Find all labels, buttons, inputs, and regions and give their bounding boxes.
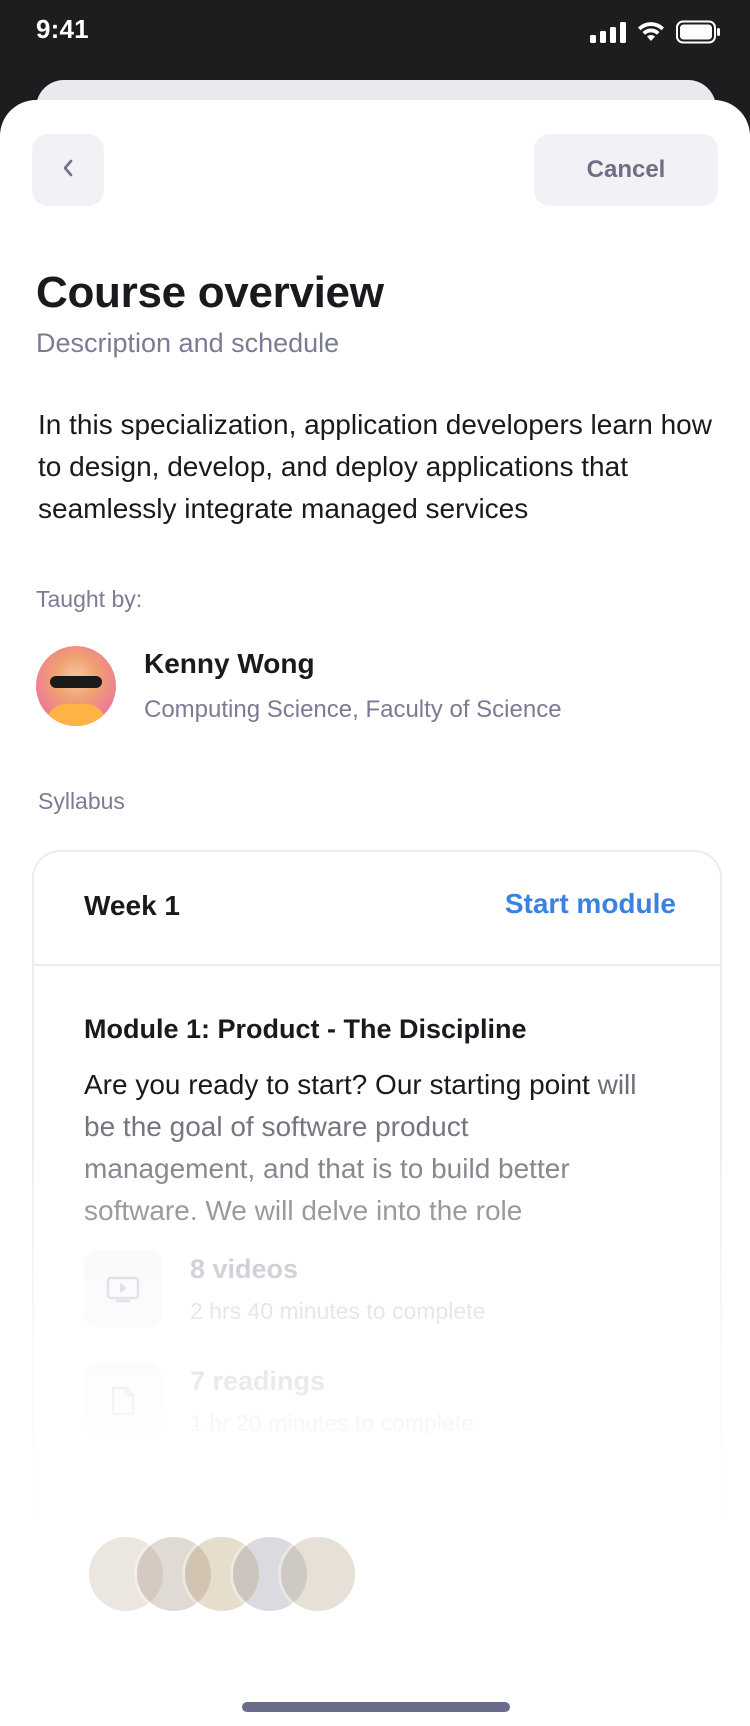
week-header: Week 1 Start module bbox=[34, 852, 720, 966]
status-bar: 9:41 bbox=[0, 0, 750, 90]
page-subtitle: Description and schedule bbox=[36, 328, 340, 358]
module-description: Are you ready to start? Our starting poi… bbox=[84, 1064, 644, 1232]
module-title: Module 1: Product - The Discipline bbox=[84, 1014, 527, 1044]
video-icon bbox=[84, 1250, 162, 1328]
instructor-avatar[interactable] bbox=[36, 646, 116, 726]
taught-by-label: Taught by: bbox=[36, 586, 143, 612]
syllabus-week-card: Week 1 Start module Module 1: Product - … bbox=[32, 850, 722, 1572]
week-label: Week 1 bbox=[84, 890, 180, 921]
learner-avatars bbox=[86, 1534, 406, 1614]
battery-icon bbox=[676, 20, 722, 44]
chevron-left-icon bbox=[60, 157, 76, 184]
home-indicator[interactable] bbox=[242, 1702, 510, 1712]
cellular-signal-icon bbox=[590, 21, 626, 43]
back-button[interactable] bbox=[32, 134, 104, 206]
status-time: 9:41 bbox=[36, 14, 89, 44]
document-icon bbox=[84, 1362, 162, 1440]
resource-duration: 2 hrs 40 minutes to complete bbox=[190, 1298, 486, 1324]
avatar bbox=[278, 1534, 358, 1614]
status-icons bbox=[590, 20, 722, 44]
wifi-icon bbox=[636, 21, 666, 43]
resource-videos[interactable]: 8 videos 2 hrs 40 minutes to complete bbox=[84, 1250, 644, 1330]
resource-readings[interactable]: 7 readings 1 hr 20 minutes to complete bbox=[84, 1362, 644, 1442]
instructor-name[interactable]: Kenny Wong bbox=[144, 648, 315, 680]
resource-title: 7 readings bbox=[190, 1366, 326, 1396]
start-module-button[interactable]: Start module bbox=[505, 888, 676, 920]
resource-duration: 1 hr 20 minutes to complete bbox=[190, 1410, 474, 1436]
course-description: In this specialization, application deve… bbox=[38, 409, 712, 524]
course-overview-sheet: Cancel Course overview Description and s… bbox=[0, 100, 750, 1726]
page-title: Course overview bbox=[36, 268, 384, 317]
syllabus-label: Syllabus bbox=[38, 788, 125, 814]
module-description-first: Are you ready to start? Our starting poi… bbox=[84, 1069, 590, 1100]
cancel-button[interactable]: Cancel bbox=[534, 134, 718, 206]
instructor-department: Computing Science, Faculty of Science bbox=[144, 696, 562, 723]
resource-title: 8 videos bbox=[190, 1254, 299, 1284]
